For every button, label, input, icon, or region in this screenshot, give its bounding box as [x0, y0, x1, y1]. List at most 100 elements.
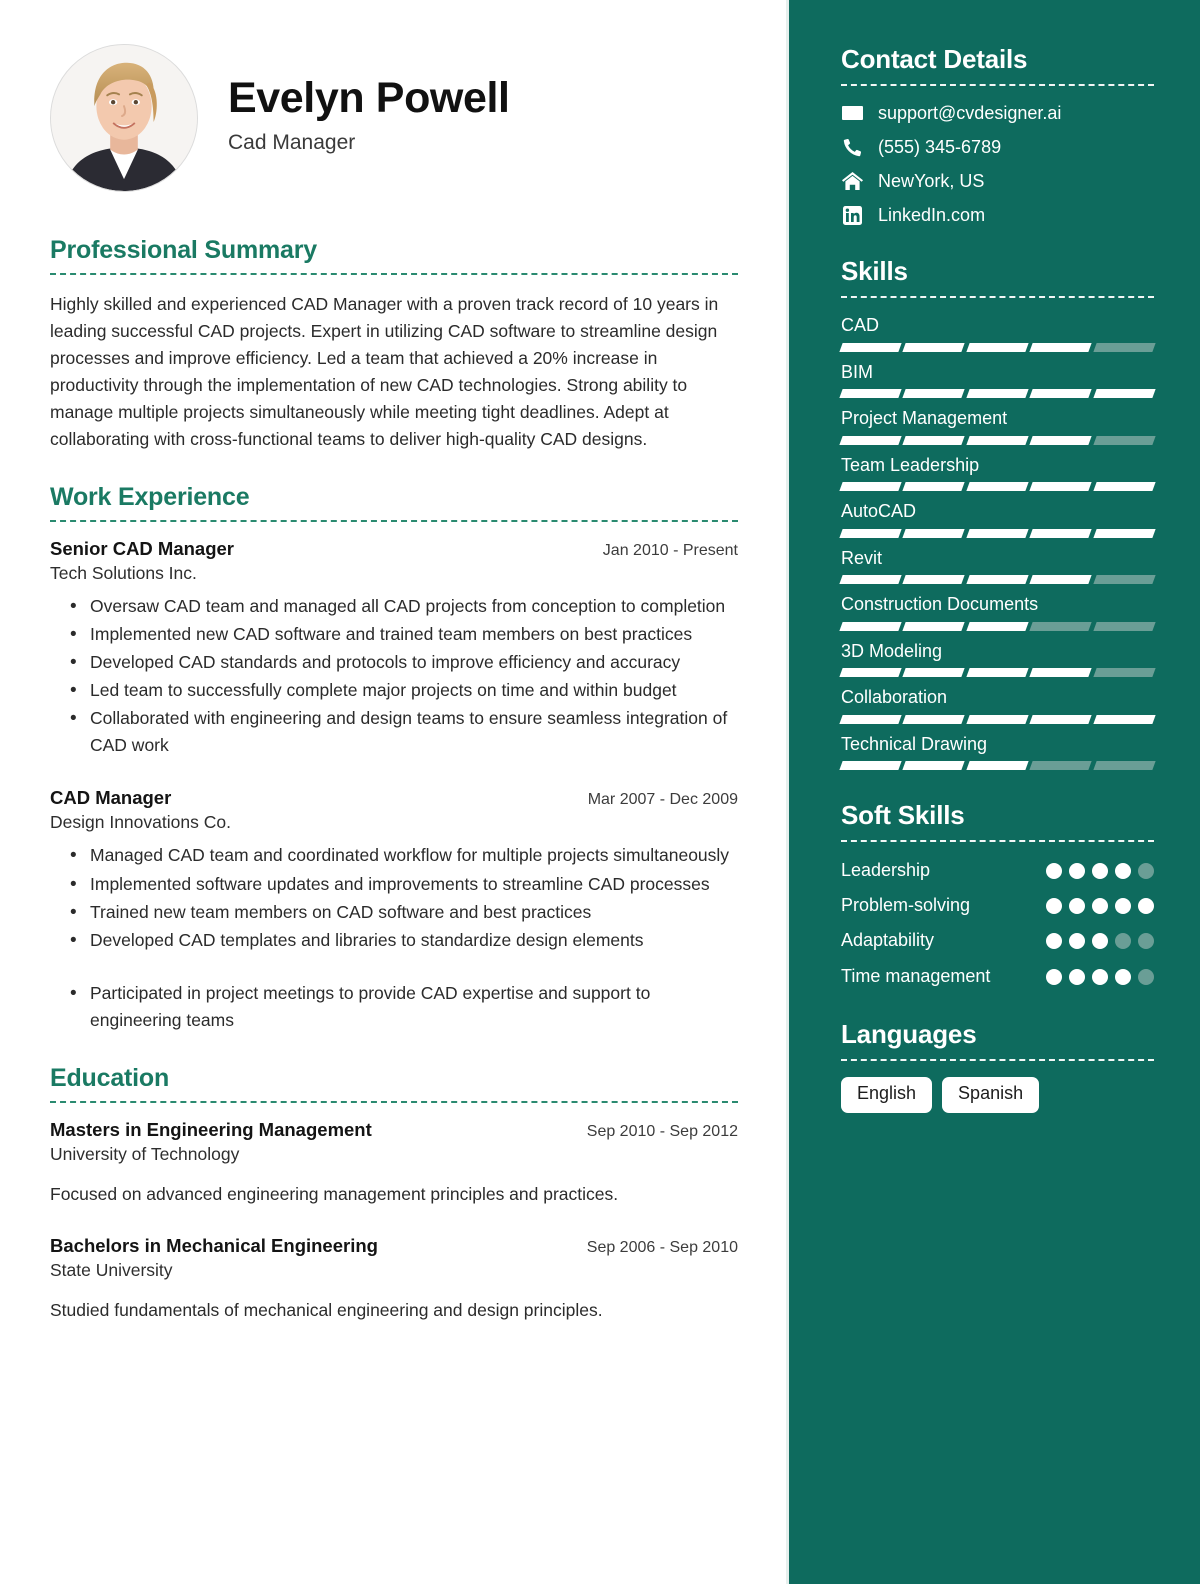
education-school: State University [50, 1260, 173, 1281]
skill-segment [1029, 575, 1093, 584]
skill-segment [1092, 575, 1156, 584]
skill-segment [902, 342, 966, 352]
contact-email[interactable]: support@cvdesigner.ai [841, 102, 1154, 124]
skill-segment [966, 761, 1029, 770]
rating-dot [1138, 863, 1154, 879]
contact-phone-value: (555) 345-6789 [878, 136, 1002, 157]
rating-dot [1046, 898, 1062, 915]
skill-segment [902, 482, 966, 491]
skill-segment [839, 389, 903, 398]
soft-skill-rating [1046, 858, 1154, 879]
skill-label: Team Leadership [841, 454, 980, 475]
home-icon [841, 170, 863, 192]
section-heading-contact: Contact Details [841, 44, 1028, 74]
list-item: Managed CAD team and coordinated workflo… [50, 841, 738, 871]
rating-dot [1069, 968, 1085, 985]
list-item: Oversaw CAD team and managed all CAD pro… [50, 592, 738, 622]
work-entry: CAD Manager Mar 2007 - Dec 2009 Design I… [50, 787, 738, 1034]
skill-level-bar [839, 342, 1156, 352]
skill-segment [1029, 528, 1093, 538]
skill-segment [839, 342, 903, 352]
rating-dot [1069, 933, 1085, 950]
skill-segment [966, 575, 1029, 584]
list-item: Implemented software updates and improve… [50, 869, 738, 899]
education-note: Studied fundamentals of mechanical engin… [50, 1300, 603, 1321]
skill-segment [1092, 621, 1156, 631]
skill-segment [839, 575, 903, 584]
skill-segment [966, 621, 1029, 631]
contact-location-value: NewYork, US [878, 170, 985, 191]
list-item: Developed CAD standards and protocols to… [50, 648, 738, 678]
contact-location[interactable]: NewYork, US [841, 170, 1154, 192]
skill-segment [839, 528, 903, 538]
soft-skill-rating [1046, 928, 1154, 950]
rating-dot [1138, 933, 1154, 950]
skill-item: Team Leadership [839, 454, 1156, 491]
rating-dot [1138, 898, 1154, 915]
soft-skill-row: Problem-solving [841, 893, 1154, 918]
section-divider [50, 1101, 738, 1104]
rating-dot [1092, 863, 1108, 879]
skill-segment [902, 714, 966, 724]
education-degree: Bachelors in Mechanical Engineering [50, 1235, 378, 1257]
phone-icon [841, 136, 863, 158]
job-title: Cad Manager [228, 131, 356, 155]
skill-segment [1092, 482, 1156, 491]
skill-segment [902, 389, 966, 398]
work-date: Mar 2007 - Dec 2009 [587, 791, 738, 809]
profile-photo-illustration [51, 45, 197, 191]
skill-level-bar [839, 389, 1156, 398]
list-item: Led team to successfully complete major … [50, 676, 738, 706]
skill-label: Project Management [841, 408, 1008, 428]
section-skills: Skills CAD BIM Project Management Team Lead… [839, 256, 1156, 770]
skill-segment [902, 668, 966, 677]
skill-segment [839, 482, 903, 491]
soft-skill-label: Adaptability [841, 930, 935, 951]
contact-email-value: support@cvdesigner.ai [878, 102, 1062, 123]
section-soft-skills: Soft Skills Leadership Problem-solving Ada… [841, 800, 1154, 989]
contact-linkedin[interactable]: LinkedIn.com [841, 204, 1154, 226]
main-column: Evelyn Powell Cad Manager Professional S… [0, 0, 786, 1584]
skill-segment [1092, 435, 1156, 445]
list-item: Trained new team members on CAD software… [50, 898, 738, 928]
name-block: Evelyn Powell Cad Manager [228, 73, 510, 161]
skill-level-bar [839, 528, 1156, 538]
section-heading-work: Work Experience [50, 482, 250, 511]
skill-item: Collaboration [839, 686, 1156, 724]
skill-item: Revit [839, 547, 1156, 584]
resume-page: Evelyn Powell Cad Manager Professional S… [0, 0, 1200, 1584]
section-divider [841, 840, 1154, 842]
rating-dot [1115, 968, 1131, 985]
rating-dot [1115, 863, 1131, 879]
section-work-experience: Work Experience Senior CAD Manager Jan 2… [50, 483, 738, 1035]
education-entry: Masters in Engineering Management Sep 20… [50, 1119, 738, 1207]
section-heading-skills: Skills [841, 256, 908, 286]
skill-segment [1029, 714, 1093, 724]
skill-item: BIM [839, 361, 1156, 398]
skill-label: BIM [841, 361, 874, 382]
work-organization: Tech Solutions Inc. [50, 562, 197, 583]
avatar [50, 44, 198, 192]
soft-skill-row: Adaptability [841, 928, 1154, 953]
section-languages: Languages English Spanish [841, 1019, 1154, 1113]
section-divider [50, 273, 738, 275]
contact-phone[interactable]: (555) 345-6789 [841, 136, 1154, 158]
page-title: Evelyn Powell [228, 73, 510, 122]
skill-segment [902, 621, 966, 631]
skill-segment [1092, 528, 1156, 538]
section-divider [841, 296, 1154, 298]
skill-segment [966, 389, 1029, 398]
skill-segment [902, 435, 966, 445]
skill-segment [1092, 389, 1156, 398]
education-date: Sep 2006 - Sep 2010 [586, 1239, 738, 1257]
skill-segment [1092, 714, 1156, 724]
list-item: Developed CAD templates and libraries to… [50, 926, 738, 956]
skill-segment [966, 668, 1029, 677]
section-contact-details: Contact Details support@cvdesigner.ai (5… [841, 44, 1154, 226]
soft-skill-row: Leadership [841, 858, 1154, 883]
rating-dot [1115, 898, 1131, 915]
skill-segment [839, 668, 903, 677]
resume-header: Evelyn Powell Cad Manager [50, 44, 738, 192]
